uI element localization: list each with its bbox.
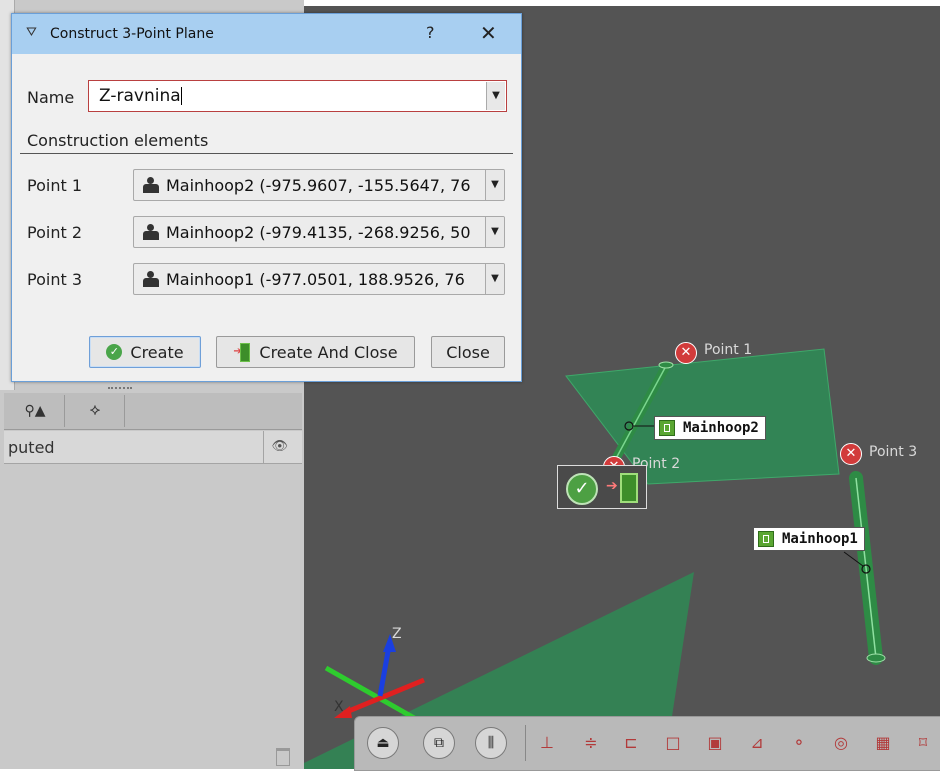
- points-icon[interactable]: ⚬: [787, 731, 811, 755]
- point2-select-value: Mainhoop2 (-979.4135, -268.9256, 50: [166, 223, 471, 242]
- tree-header: puted 👁: [4, 431, 302, 464]
- constructions-tab-icon: ⯎: [89, 403, 101, 419]
- dialog-title: Construct 3-Point Plane: [50, 26, 214, 42]
- fit-view-icon[interactable]: ⧉: [423, 727, 455, 759]
- mainhoop2-top-cap: [658, 361, 674, 369]
- angle-icon[interactable]: ⊿: [745, 731, 769, 755]
- chevron-down-icon[interactable]: ▼: [486, 82, 505, 110]
- person-icon: [142, 224, 160, 240]
- confirm-create-icon[interactable]: ✓: [566, 473, 598, 505]
- person-icon: [142, 177, 160, 193]
- features-tab-icon: ⚲▲: [24, 403, 46, 419]
- mainhoop1-bottom-cap: [866, 653, 886, 663]
- close-icon[interactable]: ✕: [480, 21, 497, 45]
- mainhoop1-label[interactable]: Mainhoop1: [753, 527, 865, 551]
- point3-select-value: Mainhoop1 (-977.0501, 188.9526, 76: [166, 270, 465, 289]
- point1-select-value: Mainhoop2 (-975.9607, -155.5647, 76: [166, 176, 471, 195]
- exit-door-icon: ➔: [233, 343, 251, 362]
- point2-select[interactable]: Mainhoop2 (-979.4135, -268.9256, 50 ▼: [133, 216, 505, 248]
- point3-select[interactable]: Mainhoop1 (-977.0501, 188.9526, 76 ▼: [133, 263, 505, 295]
- chevron-down-icon[interactable]: ▼: [485, 264, 504, 294]
- tree-header-label: puted: [8, 437, 55, 457]
- confirm-create-and-close-icon[interactable]: ➔: [606, 472, 640, 503]
- mainhoop2-label[interactable]: Mainhoop2: [654, 416, 766, 440]
- tab-features[interactable]: ⚲▲: [6, 395, 65, 427]
- create-and-close-button[interactable]: ➔ Create And Close: [216, 336, 415, 368]
- create-and-close-button-label: Create And Close: [259, 342, 398, 362]
- chevron-down-icon[interactable]: ▼: [485, 217, 504, 247]
- circle-icon[interactable]: ◎: [829, 731, 853, 755]
- axis-x-label: X: [334, 699, 344, 715]
- toolbar-divider: [525, 725, 526, 761]
- frame-icon[interactable]: ▣: [703, 731, 727, 755]
- feature-icon: [659, 420, 675, 436]
- axis-z-blue: [377, 645, 392, 697]
- section-divider: [20, 153, 513, 154]
- dialog-titlebar[interactable]: ⛛ Construct 3-Point Plane ? ✕: [12, 14, 521, 54]
- text-caret: [181, 87, 182, 105]
- offset-icon[interactable]: ≑: [579, 731, 603, 755]
- parallel-icon[interactable]: ⊏: [619, 731, 643, 755]
- tab-constructions[interactable]: ⯎: [66, 395, 125, 427]
- close-button[interactable]: Close: [431, 336, 505, 368]
- feature-icon: [758, 531, 774, 547]
- mainhoop1-label-text: Mainhoop1: [782, 531, 858, 547]
- help-button[interactable]: ?: [426, 23, 435, 42]
- person-icon: [142, 271, 160, 287]
- corner-icon[interactable]: ⌑: [911, 731, 935, 755]
- distance-icon[interactable]: ⊥: [535, 731, 559, 755]
- construction-elements-heading: Construction elements: [27, 131, 209, 150]
- visibility-eye-icon[interactable]: 👁: [271, 439, 288, 454]
- point1-label: Point 1: [704, 342, 753, 358]
- point1-remove-icon[interactable]: ✕: [675, 342, 697, 364]
- name-field[interactable]: Z-ravnina ▼: [88, 80, 507, 112]
- axis-z-label: Z: [392, 626, 402, 642]
- create-button-label: Create: [130, 342, 184, 362]
- panel-tabs: ⚲▲ ⯎: [4, 393, 302, 430]
- bottom-toolbar: ⏏ ⧉ ⫼ ⊥ ≑ ⊏ □ ▣ ⊿ ⚬ ◎ ▦ ⌑: [354, 716, 940, 771]
- trash-icon[interactable]: [276, 748, 290, 766]
- chevron-down-icon[interactable]: ▼: [485, 170, 504, 200]
- rectangle-icon[interactable]: □: [661, 731, 685, 755]
- tree-header-separator: [263, 431, 264, 463]
- align-view-icon[interactable]: ⏏: [367, 727, 399, 759]
- point3-field-label: Point 3: [27, 270, 82, 289]
- point3-label: Point 3: [869, 444, 918, 460]
- point3-remove-icon[interactable]: ✕: [840, 443, 862, 465]
- check-circle-icon: ✓: [106, 344, 123, 360]
- construct-plane-dialog: ⛛ Construct 3-Point Plane ? ✕ Name Z-rav…: [11, 13, 522, 382]
- mirror-view-icon[interactable]: ⫼: [475, 727, 507, 759]
- name-field-value: Z-ravnina: [99, 86, 181, 106]
- close-button-label: Close: [446, 342, 490, 362]
- point1-select[interactable]: Mainhoop2 (-975.9607, -155.5647, 76 ▼: [133, 169, 505, 201]
- grid-icon[interactable]: ▦: [871, 731, 895, 755]
- point1-field-label: Point 1: [27, 176, 82, 195]
- mainhoop2-label-text: Mainhoop2: [683, 420, 759, 436]
- name-label: Name: [27, 88, 75, 107]
- point2-field-label: Point 2: [27, 223, 82, 242]
- inline-confirm-widget: ✓ ➔: [557, 465, 647, 509]
- create-button[interactable]: ✓ Create: [89, 336, 201, 368]
- plane-construct-icon: ⛛: [26, 25, 37, 40]
